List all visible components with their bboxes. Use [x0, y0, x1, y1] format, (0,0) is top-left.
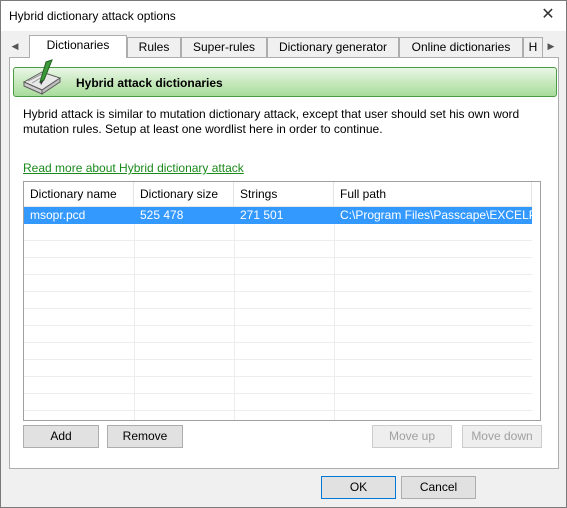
grid-row [24, 292, 532, 309]
section-banner: Hybrid attack dictionaries [13, 59, 557, 97]
grid-row [24, 309, 532, 326]
grid-row [24, 224, 532, 241]
tab-dictionary-generator[interactable]: Dictionary generator [267, 37, 399, 57]
title-bar: Hybrid dictionary attack options ✕ [1, 1, 566, 31]
column-header-full-path[interactable]: Full path [334, 182, 532, 207]
grid-row [24, 275, 532, 292]
tab-more[interactable]: H [523, 37, 543, 57]
list-body: msopr.pcd 525 478 271 501 C:\Program Fil… [24, 207, 540, 420]
tab-rules[interactable]: Rules [127, 37, 181, 57]
cancel-button[interactable]: Cancel [401, 476, 476, 499]
grid-row [24, 343, 532, 360]
grid-row [24, 360, 532, 377]
tab-panel: Hybrid attack dictionaries Hybrid attack… [9, 57, 559, 469]
tab-scroll-left-icon[interactable]: ◀ [9, 39, 21, 53]
cell-strings: 271 501 [240, 208, 284, 222]
grid-row [24, 241, 532, 258]
tab-online-dictionaries[interactable]: Online dictionaries [399, 37, 523, 57]
grid-row [24, 377, 532, 394]
table-row[interactable]: msopr.pcd 525 478 271 501 C:\Program Fil… [24, 207, 532, 224]
cell-dictionary-size: 525 478 [140, 208, 184, 222]
dictionary-list[interactable]: Dictionary name Dictionary size Strings … [23, 181, 541, 421]
cell-dictionary-name: msopr.pcd [30, 208, 86, 222]
book-pen-icon [22, 59, 62, 95]
close-icon[interactable]: ✕ [540, 7, 556, 23]
dialog-window: Hybrid dictionary attack options ✕ ◀ Dic… [0, 0, 567, 508]
description-text: Hybrid attack is similar to mutation dic… [23, 107, 520, 136]
tab-super-rules[interactable]: Super-rules [181, 37, 267, 57]
tab-scroll-right-icon[interactable]: ▶ [545, 39, 557, 53]
grid-row [24, 326, 532, 343]
tab-strip: ◀ Dictionaries Rules Super-rules Diction… [9, 35, 557, 58]
add-button[interactable]: Add [23, 425, 99, 448]
remove-button[interactable]: Remove [107, 425, 183, 448]
grid-row [24, 394, 532, 411]
vertical-scrollbar[interactable] [532, 182, 540, 420]
column-header-dictionary-name[interactable]: Dictionary name [24, 182, 134, 207]
banner-title: Hybrid attack dictionaries [76, 76, 223, 90]
tab-dictionaries[interactable]: Dictionaries [29, 35, 127, 58]
column-header-dictionary-size[interactable]: Dictionary size [134, 182, 234, 207]
list-header: Dictionary name Dictionary size Strings … [24, 182, 540, 207]
window-title: Hybrid dictionary attack options [9, 9, 176, 23]
move-down-button[interactable]: Move down [462, 425, 542, 448]
move-up-button[interactable]: Move up [372, 425, 452, 448]
cell-full-path: C:\Program Files\Passcape\EXCELPR... [340, 208, 532, 222]
column-header-strings[interactable]: Strings [234, 182, 334, 207]
ok-button[interactable]: OK [321, 476, 396, 499]
read-more-link[interactable]: Read more about Hybrid dictionary attack [23, 161, 244, 175]
grid-row [24, 258, 532, 275]
